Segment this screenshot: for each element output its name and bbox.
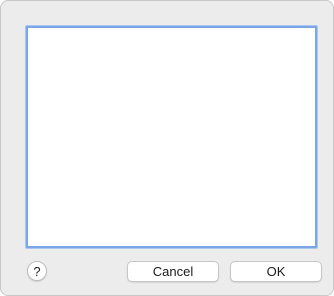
cancel-button[interactable]: Cancel xyxy=(127,261,219,282)
help-icon: ? xyxy=(33,263,41,279)
help-button[interactable]: ? xyxy=(27,261,47,281)
dialog-window: ? Cancel OK xyxy=(0,0,334,296)
cancel-button-label: Cancel xyxy=(152,264,194,279)
content-list-box[interactable] xyxy=(26,26,317,248)
ok-button-label: OK xyxy=(266,264,286,279)
ok-button[interactable]: OK xyxy=(230,261,322,282)
